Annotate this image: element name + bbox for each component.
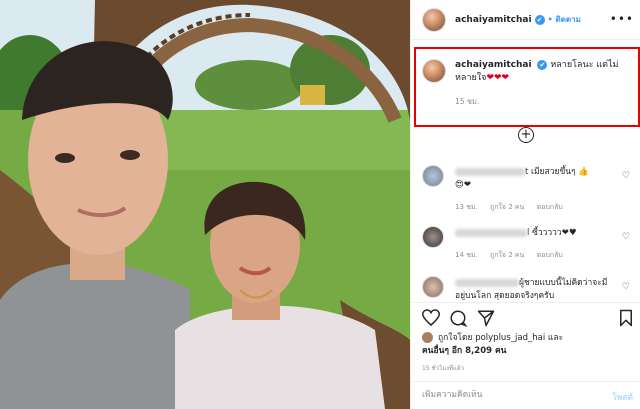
load-more-comments-icon[interactable]: +: [518, 127, 534, 143]
blurred-username: [455, 167, 525, 176]
liker-avatar[interactable]: [422, 332, 433, 343]
comment-text: l ซี้ววววว❤♥: [455, 227, 615, 240]
comment-bubble-icon[interactable]: [449, 309, 467, 327]
likes-summary: ถูกใจโดย polyplus_jad_hai และ คนอื่นๆ อี…: [422, 332, 622, 358]
caption-avatar[interactable]: [422, 59, 446, 83]
likes-line-1[interactable]: ถูกใจโดย polyplus_jad_hai และ: [438, 333, 563, 343]
comment-text: ผู้ชายแบบนี้ไม่คิดว่าจะมี อยู่บนโลก สุดย…: [455, 278, 608, 300]
comment-time: 14 ชม.: [455, 251, 478, 259]
couple-selfie-image: [0, 0, 410, 409]
comment-item: t เมียสวยขึ้นๆ 👍 😍❤ 13 ชม. ถูกใจ 2 คน ตอ…: [422, 165, 632, 215]
comment-likes[interactable]: ถูกใจ 2 คน: [490, 251, 524, 259]
comment-meta: 14 ชม. ถูกใจ 2 คน ตอบกลับ: [455, 250, 573, 261]
commenter-avatar[interactable]: [422, 165, 444, 187]
verified-badge-icon: ✔: [534, 14, 545, 25]
like-comment-heart-icon[interactable]: ♡: [622, 171, 630, 181]
reply-button[interactable]: ตอบกลับ: [537, 203, 563, 211]
save-bookmark-icon[interactable]: [619, 309, 633, 327]
comment-item: l ซี้ววววว❤♥ 14 ชม. ถูกใจ 2 คน ตอบกลับ ♡: [422, 226, 632, 266]
author-avatar[interactable]: [422, 7, 446, 32]
likes-count[interactable]: คนอื่นๆ อีก 8,209 คน: [422, 346, 507, 356]
commenter-avatar[interactable]: [422, 226, 444, 248]
caption-time[interactable]: 15 ชม.: [455, 95, 632, 108]
like-comment-heart-icon[interactable]: ♡: [622, 282, 630, 292]
comment-meta: 13 ชม. ถูกใจ 2 คน ตอบกลับ: [455, 202, 573, 213]
more-options-icon[interactable]: •••: [610, 12, 634, 26]
post-header: achaiyamitchai ✔ • ติดตาม: [411, 0, 640, 40]
author-username[interactable]: achaiyamitchai: [455, 15, 532, 25]
like-heart-icon[interactable]: [422, 309, 440, 326]
post-caption: achaiyamitchai ✔ หลายโลนะ แต่ไม่หลายใจ❤❤…: [422, 59, 632, 108]
caption-hearts: ❤❤❤: [486, 73, 510, 83]
post-side-panel: achaiyamitchai ✔ • ติดตาม ••• achaiyamit…: [410, 0, 640, 409]
post-photo[interactable]: [0, 0, 410, 409]
comment-time: 13 ชม.: [455, 203, 478, 211]
like-comment-heart-icon[interactable]: ♡: [622, 232, 630, 242]
post-timestamp[interactable]: 15 ชั่วโมงที่แล้ว: [422, 363, 464, 373]
caption-username[interactable]: achaiyamitchai: [455, 60, 532, 70]
comment-item: ผู้ชายแบบนี้ไม่คิดว่าจะมี อยู่บนโลก สุดย…: [422, 276, 632, 300]
post-comment-button[interactable]: โพสต์: [612, 390, 633, 404]
post-action-bar: [411, 302, 640, 332]
blurred-username: [455, 278, 519, 287]
comment-likes[interactable]: ถูกใจ 2 คน: [490, 203, 524, 211]
blurred-username: [455, 228, 527, 237]
add-comment-section: โพสต์: [411, 381, 640, 409]
comment-text: t เมียสวยขึ้นๆ 👍 😍❤: [455, 167, 589, 190]
commenter-avatar[interactable]: [422, 276, 444, 298]
share-send-icon[interactable]: [477, 309, 495, 327]
reply-button[interactable]: ตอบกลับ: [537, 251, 563, 259]
comment-input[interactable]: [422, 390, 582, 400]
follow-button[interactable]: • ติดตาม: [548, 13, 581, 26]
verified-badge-icon: ✔: [537, 59, 548, 70]
